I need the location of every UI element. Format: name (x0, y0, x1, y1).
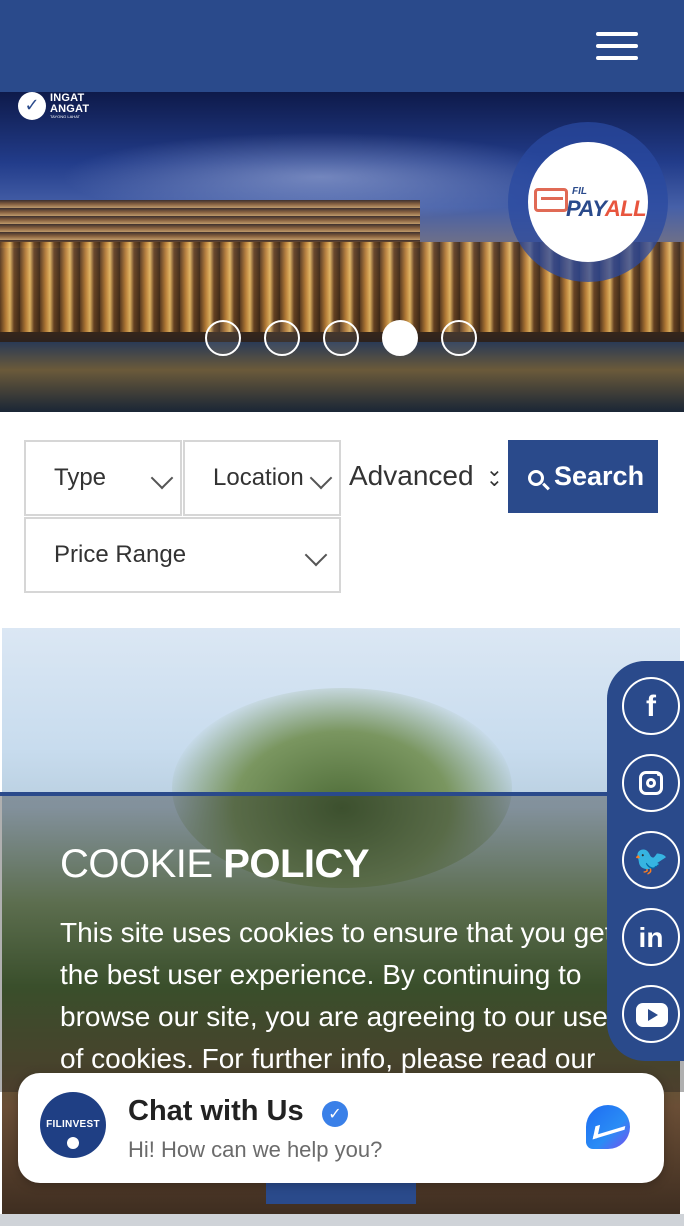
checkmark-icon: ✓ (18, 92, 46, 120)
avatar-text: FILINVEST (46, 1119, 100, 1130)
next-section-edge (0, 1214, 684, 1226)
slide-dot-1[interactable] (205, 320, 241, 356)
slide-dot-4-active[interactable] (382, 320, 418, 356)
payall-brand-main: PAY (566, 196, 605, 221)
twitter-icon[interactable]: 🐦 (622, 831, 680, 889)
price-range-label: Price Range (54, 541, 187, 568)
payall-brand: PAYALL (566, 196, 647, 222)
verified-badge-icon: ✓ (322, 1101, 348, 1127)
check-icon (67, 1137, 79, 1149)
cookie-line: This site uses cookies to ensure that yo… (60, 917, 613, 948)
slide-dot-3[interactable] (323, 320, 359, 356)
type-select-label: Type (54, 464, 107, 491)
linkedin-icon[interactable]: in (622, 908, 680, 966)
chevron-down-icon (304, 543, 328, 567)
chat-widget[interactable]: FILINVEST Chat with Us ✓ Hi! How can we … (18, 1073, 664, 1183)
hero-building-upper (0, 200, 420, 248)
double-chevron-down-icon[interactable]: ⌄ ⌄ (486, 459, 503, 489)
instagram-glyph-dot (657, 773, 660, 776)
payall-brand-accent: ALL (604, 196, 647, 221)
chat-title: Chat with Us (128, 1095, 304, 1127)
cookie-title-light: COOKIE (60, 842, 224, 886)
location-select-label: Location (213, 464, 304, 491)
chevron-down-icon (150, 466, 174, 490)
hamburger-menu-icon[interactable] (596, 30, 638, 62)
payall-badge[interactable]: FIL PAYALL (528, 142, 648, 262)
type-select[interactable]: Type (24, 440, 182, 516)
chevron-down-icon (309, 466, 333, 490)
cookie-line: the best user experience. By continuing … (60, 959, 582, 990)
cookie-title: COOKIE POLICY (60, 842, 370, 887)
slide-dot-5[interactable] (441, 320, 477, 356)
page: ✓ INGAT ANGAT TAYONG LAHAT FIL PAYALL Ty… (0, 0, 684, 1226)
facebook-icon[interactable]: f (622, 677, 680, 735)
chat-subtitle: Hi! How can we help you? (128, 1137, 383, 1162)
logo-tagline: TAYONG LAHAT (50, 114, 81, 119)
card-icon (534, 188, 568, 212)
search-button-label: Search (554, 461, 645, 491)
search-icon (528, 470, 544, 486)
cookie-line: browse our site, you are agreeing to our… (60, 1001, 608, 1032)
cookie-text: This site uses cookies to ensure that yo… (60, 912, 650, 1080)
messenger-icon[interactable] (586, 1105, 630, 1149)
location-select[interactable]: Location (183, 440, 341, 516)
youtube-glyph (636, 1003, 668, 1027)
search-button[interactable]: Search (508, 440, 658, 513)
partial-button (266, 1180, 416, 1204)
slide-dot-2[interactable] (264, 320, 300, 356)
ingat-angat-logo: ✓ INGAT ANGAT TAYONG LAHAT (18, 92, 108, 120)
site-header (0, 0, 684, 92)
avatar: FILINVEST (40, 1092, 106, 1158)
cookie-title-bold: POLICY (223, 842, 370, 886)
advanced-toggle[interactable]: Advanced (349, 460, 474, 492)
youtube-icon[interactable] (622, 985, 680, 1043)
instagram-icon[interactable] (622, 754, 680, 812)
price-range-select[interactable]: Price Range (24, 517, 341, 593)
